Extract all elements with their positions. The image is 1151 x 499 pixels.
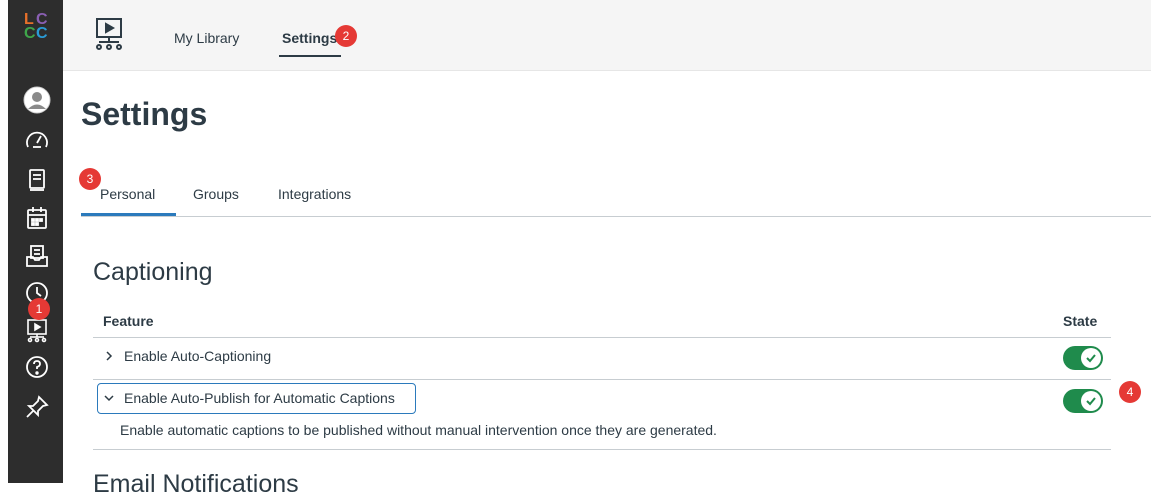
studio-icon xyxy=(27,319,47,343)
my-library-link[interactable]: My Library xyxy=(174,30,239,46)
active-tab-underline xyxy=(81,213,176,216)
calendar-icon xyxy=(27,207,47,229)
settings-link[interactable]: Settings xyxy=(282,30,337,46)
tab-groups[interactable]: Groups xyxy=(193,186,239,202)
global-nav-sidebar: L C C C 1 xyxy=(8,0,63,483)
courses-icon xyxy=(29,169,45,191)
pin-icon xyxy=(26,395,49,418)
chevron-down-icon xyxy=(104,390,118,406)
help-nav[interactable] xyxy=(22,352,52,382)
help-icon xyxy=(26,356,48,378)
studio-logo[interactable] xyxy=(91,17,127,53)
auto-publish-toggle[interactable] xyxy=(1063,389,1103,413)
settings-tabs: Personal Groups Integrations xyxy=(81,176,1151,217)
dashboard-icon xyxy=(26,131,48,148)
avatar-icon xyxy=(23,86,51,114)
lcc-logo[interactable]: L C C C xyxy=(22,12,52,42)
feature-description: Enable automatic captions to be publishe… xyxy=(120,422,717,438)
step-badge-2: 2 xyxy=(335,25,357,47)
table-divider xyxy=(93,379,1111,380)
feature-row-auto-captioning[interactable]: Enable Auto-Captioning xyxy=(104,348,271,364)
studio-top-bar: My Library Settings 2 xyxy=(63,0,1151,71)
pin-nav[interactable] xyxy=(22,392,52,422)
tab-personal[interactable]: Personal xyxy=(100,186,155,202)
check-icon xyxy=(1081,391,1101,411)
chevron-right-icon xyxy=(104,348,118,364)
courses-nav[interactable] xyxy=(22,165,52,195)
calendar-nav[interactable] xyxy=(22,203,52,233)
inbox-nav[interactable] xyxy=(22,241,52,271)
table-divider xyxy=(93,449,1111,450)
check-icon xyxy=(1081,348,1101,368)
left-gutter xyxy=(0,0,8,483)
inbox-icon xyxy=(26,245,48,267)
step-badge-4: 4 xyxy=(1119,381,1141,403)
feature-column-header: Feature xyxy=(103,313,154,329)
dashboard-nav[interactable] xyxy=(22,125,52,155)
settings-active-underline xyxy=(279,55,341,57)
email-notifications-section-title: Email Notifications xyxy=(93,470,299,498)
feature-row-auto-publish[interactable]: Enable Auto-Publish for Automatic Captio… xyxy=(104,390,395,406)
state-column-header: State xyxy=(1063,313,1098,329)
step-badge-1: 1 xyxy=(28,298,50,320)
studio-logo-icon xyxy=(96,18,122,50)
tab-integrations[interactable]: Integrations xyxy=(278,186,351,202)
account-avatar[interactable] xyxy=(22,85,52,115)
feature-label: Enable Auto-Captioning xyxy=(124,348,272,364)
step-badge-3: 3 xyxy=(79,168,101,190)
captioning-section-title: Captioning xyxy=(93,258,213,286)
table-divider xyxy=(93,337,1111,338)
page-title: Settings xyxy=(81,96,208,132)
auto-captioning-toggle[interactable] xyxy=(1063,346,1103,370)
feature-label: Enable Auto-Publish for Automatic Captio… xyxy=(124,390,395,406)
